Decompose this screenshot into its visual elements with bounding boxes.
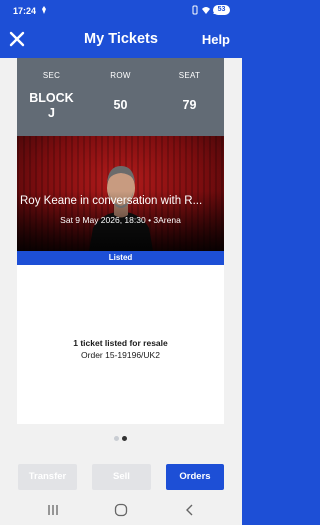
seat-label: SEAT [178, 71, 201, 80]
page-dot-2-active[interactable] [122, 436, 127, 441]
status-time: 17:24 [13, 6, 37, 16]
home-icon[interactable] [114, 503, 128, 517]
section-value-line2: J [48, 106, 55, 120]
section-column: SEC BLOCK J [17, 58, 86, 121]
ticket-card[interactable]: SEC BLOCK J ROW 50 SEAT 79 Roy Keane in … [17, 58, 224, 424]
recent-apps-icon[interactable] [46, 503, 60, 517]
seat-info: SEC BLOCK J ROW 50 SEAT 79 [17, 58, 224, 136]
vibrate-icon [192, 5, 198, 15]
seat-column: SEAT 79 [155, 58, 224, 113]
page-dot-1[interactable] [114, 436, 119, 441]
orders-button[interactable]: Orders [166, 464, 224, 490]
order-number: Order 15-19196/UK2 [81, 350, 160, 360]
battery-icon: 53 [213, 5, 230, 15]
app-bar: My Tickets Help [0, 22, 242, 58]
help-button[interactable]: Help [202, 32, 230, 47]
sell-button[interactable]: Sell [92, 464, 151, 490]
section-value: BLOCK J [17, 91, 86, 121]
section-value-line1: BLOCK [29, 91, 74, 105]
row-value: 50 [113, 98, 128, 112]
system-nav-bar [0, 496, 242, 525]
transfer-button[interactable]: Transfer [18, 464, 77, 490]
row-column: ROW 50 [86, 58, 155, 113]
event-date-venue: Sat 9 May 2026, 18:30 • 3Arena [60, 215, 181, 225]
event-title: Roy Keane in conversation with R... [20, 195, 203, 207]
status-bar: 17:24 53 [0, 0, 242, 22]
back-icon[interactable] [183, 503, 197, 517]
status-badge: Listed [17, 251, 224, 265]
resale-status-text: 1 ticket listed for resale [73, 338, 168, 348]
wifi-icon [202, 7, 210, 14]
section-label: SEC [42, 71, 61, 80]
main-content: SEC BLOCK J ROW 50 SEAT 79 Roy Keane in … [0, 58, 242, 525]
row-label: ROW [110, 71, 131, 80]
event-image [17, 136, 224, 251]
seat-value: 79 [182, 98, 197, 112]
notification-icon [42, 6, 46, 14]
